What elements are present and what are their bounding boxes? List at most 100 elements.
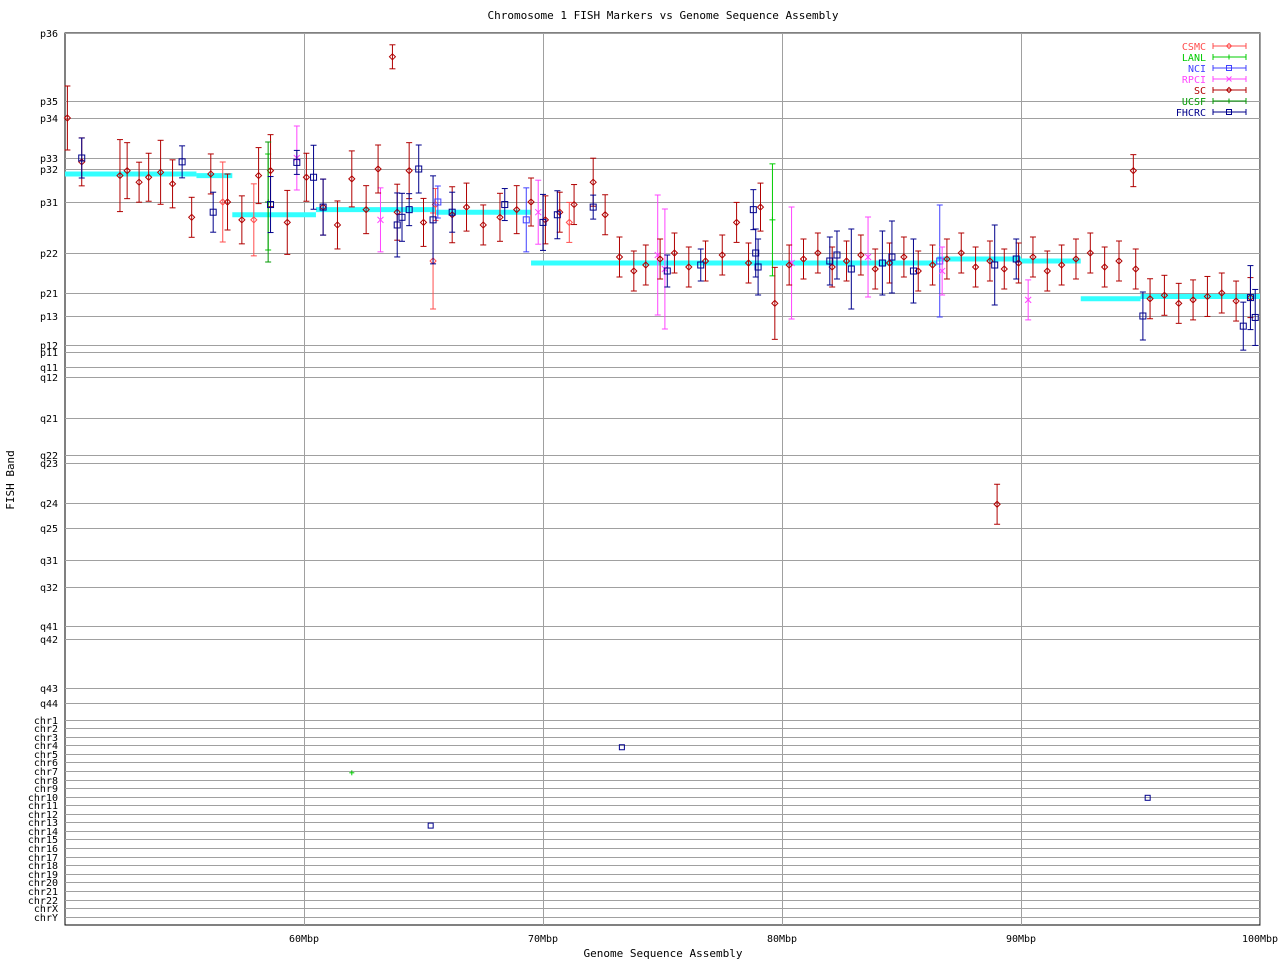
data-point xyxy=(718,234,726,276)
y-tick-label-p21: p21 xyxy=(40,289,58,300)
data-point xyxy=(1129,154,1138,188)
legend: CSMCLANLNCIRPCISCUCSFFHCRC xyxy=(1176,42,1247,119)
data-point xyxy=(398,192,406,242)
grid-layer xyxy=(64,32,1261,926)
y-tick-label-p13: p13 xyxy=(40,312,58,323)
y-tick-label-q12: q12 xyxy=(40,373,58,384)
y-tick-label-q42: q42 xyxy=(40,635,58,646)
data-point xyxy=(377,187,384,253)
data-point xyxy=(310,144,318,210)
data-point xyxy=(388,44,397,70)
y-tick-label-p22: p22 xyxy=(40,249,58,260)
y-tick-label-p36: p36 xyxy=(40,29,58,40)
y-tick-label-p32: p32 xyxy=(40,165,58,176)
data-point xyxy=(771,266,779,340)
chart-canvas: Chromosome 1 FISH Markers vs Genome Sequ… xyxy=(4,9,1278,960)
data-point xyxy=(1175,282,1183,324)
y-tick-label-q23: q23 xyxy=(40,459,58,470)
data-point xyxy=(209,191,217,233)
y-axis-label: FISH Band xyxy=(4,450,17,510)
data-point xyxy=(1057,244,1066,286)
x-tick-label-60: 60Mbp xyxy=(289,934,319,945)
data-point xyxy=(254,147,263,205)
series-sc xyxy=(63,44,1255,525)
data-point xyxy=(496,192,504,242)
data-point xyxy=(565,201,573,243)
data-point xyxy=(756,182,765,232)
y-tick-label-q43: q43 xyxy=(40,684,58,695)
data-point xyxy=(144,152,153,202)
data-point xyxy=(900,236,908,278)
plot-frame xyxy=(64,32,1261,926)
legend-label-csmc: CSMC xyxy=(1182,42,1206,53)
data-point xyxy=(1189,279,1197,321)
series-rpci xyxy=(293,125,1032,330)
data-point xyxy=(857,234,865,276)
data-point xyxy=(864,216,872,298)
data-point xyxy=(601,194,609,236)
data-point xyxy=(1043,250,1051,292)
data-point xyxy=(871,248,879,290)
data-point xyxy=(522,187,530,253)
series-lanl xyxy=(265,153,776,776)
x-tick-label-70: 70Mbp xyxy=(528,934,558,945)
data-point xyxy=(1132,248,1140,290)
point-marker xyxy=(427,822,434,829)
legend-label-lanl: LANL xyxy=(1182,53,1206,64)
data-point xyxy=(589,194,597,220)
tick-labels: p36p35p34p33p32p31p22p21p13p12p11q11q12q… xyxy=(28,29,1278,945)
data-point xyxy=(513,185,521,235)
data-point xyxy=(993,483,1001,525)
y-tick-label-q41: q41 xyxy=(40,622,58,633)
data-point xyxy=(749,189,757,231)
data-point xyxy=(615,236,624,278)
legend-label-nci: NCI xyxy=(1188,64,1206,75)
data-point xyxy=(570,184,578,226)
y-tick-label-q25: q25 xyxy=(40,524,58,535)
data-point xyxy=(123,142,131,200)
data-point xyxy=(405,142,413,200)
data-point xyxy=(427,822,434,829)
x-tick-label-90: 90Mbp xyxy=(1006,934,1036,945)
y-tick-label-q24: q24 xyxy=(40,499,58,510)
points-layer xyxy=(63,44,1259,829)
data-point xyxy=(348,150,356,208)
y-tick-label-q21: q21 xyxy=(40,414,58,425)
data-point xyxy=(799,238,808,280)
data-point xyxy=(238,195,246,245)
y-tick-label-p34: p34 xyxy=(40,114,58,125)
y-tick-label-p35: p35 xyxy=(40,97,58,108)
y-tick-label-p11: p11 xyxy=(40,348,58,359)
y-tick-label-q31: q31 xyxy=(40,556,58,567)
y-tick-label-p33: p33 xyxy=(40,154,58,165)
data-point xyxy=(293,149,301,175)
series-fhcrc xyxy=(78,137,1259,829)
data-point xyxy=(168,159,177,209)
data-point xyxy=(1000,248,1008,290)
legend-label-ucsf: UCSF xyxy=(1182,97,1206,108)
data-point xyxy=(769,163,776,277)
data-point xyxy=(135,161,143,203)
fish-chart: Chromosome 1 FISH Markers vs Genome Sequ… xyxy=(0,0,1280,960)
data-point xyxy=(187,196,196,238)
data-point xyxy=(250,183,258,257)
y-tick-label-p31: p31 xyxy=(40,198,58,209)
y-tick-label-q44: q44 xyxy=(40,699,58,710)
data-point xyxy=(534,179,542,245)
legend-label-fhcrc: FHCRC xyxy=(1176,108,1206,119)
x-tick-label-100: 100Mbp xyxy=(1242,934,1278,945)
legend-label-sc: SC xyxy=(1194,86,1206,97)
data-point xyxy=(1239,301,1247,351)
y-tick-label-chrY: chrY xyxy=(34,913,58,924)
data-point xyxy=(419,197,428,247)
data-point xyxy=(630,250,638,292)
data-point xyxy=(1232,280,1240,322)
data-point xyxy=(283,189,291,255)
data-point xyxy=(732,201,741,243)
legend-label-rpci: RPCI xyxy=(1182,75,1206,86)
data-point xyxy=(833,230,841,280)
data-point xyxy=(462,182,471,232)
data-point xyxy=(1115,240,1123,282)
chart-title: Chromosome 1 FISH Markers vs Genome Sequ… xyxy=(488,9,839,22)
data-point xyxy=(319,178,327,236)
